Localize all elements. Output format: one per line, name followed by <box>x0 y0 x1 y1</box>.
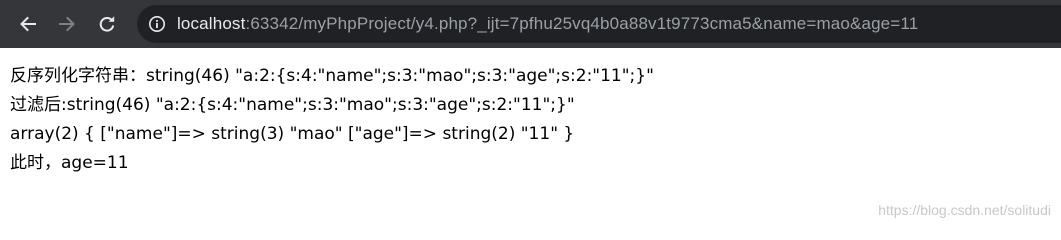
array-dump-line: array(2) { ["name"]=> string(3) "mao" ["… <box>10 124 575 144</box>
back-button[interactable] <box>12 8 44 40</box>
address-bar[interactable]: localhost:63342/myPhpProject/y4.php?_ijt… <box>137 5 1061 43</box>
arrow-left-icon <box>20 16 36 32</box>
unserialize-string-line: 反序列化字符串：string(46) "a:2:{s:4:"name";s:3:… <box>10 66 654 86</box>
url-path: :63342/myPhpProject/y4.php?_ijt=7pfhu25v… <box>245 14 919 33</box>
url-text[interactable]: localhost:63342/myPhpProject/y4.php?_ijt… <box>177 5 918 43</box>
watermark: https://blog.csdn.net/solitudi <box>878 202 1051 218</box>
reload-button[interactable] <box>91 8 123 40</box>
reload-icon <box>99 16 115 32</box>
page-content: 反序列化字符串：string(46) "a:2:{s:4:"name";s:3:… <box>10 62 654 178</box>
filtered-string-line: 过滤后:string(46) "a:2:{s:4:"name";s:3:"mao… <box>10 95 575 115</box>
browser-toolbar: localhost:63342/myPhpProject/y4.php?_ijt… <box>0 0 1061 48</box>
age-result-line: 此时，age=11 <box>10 153 129 173</box>
info-icon[interactable] <box>148 15 166 33</box>
url-host: localhost <box>177 14 246 33</box>
forward-button[interactable] <box>51 8 83 40</box>
arrow-right-icon <box>59 16 75 32</box>
